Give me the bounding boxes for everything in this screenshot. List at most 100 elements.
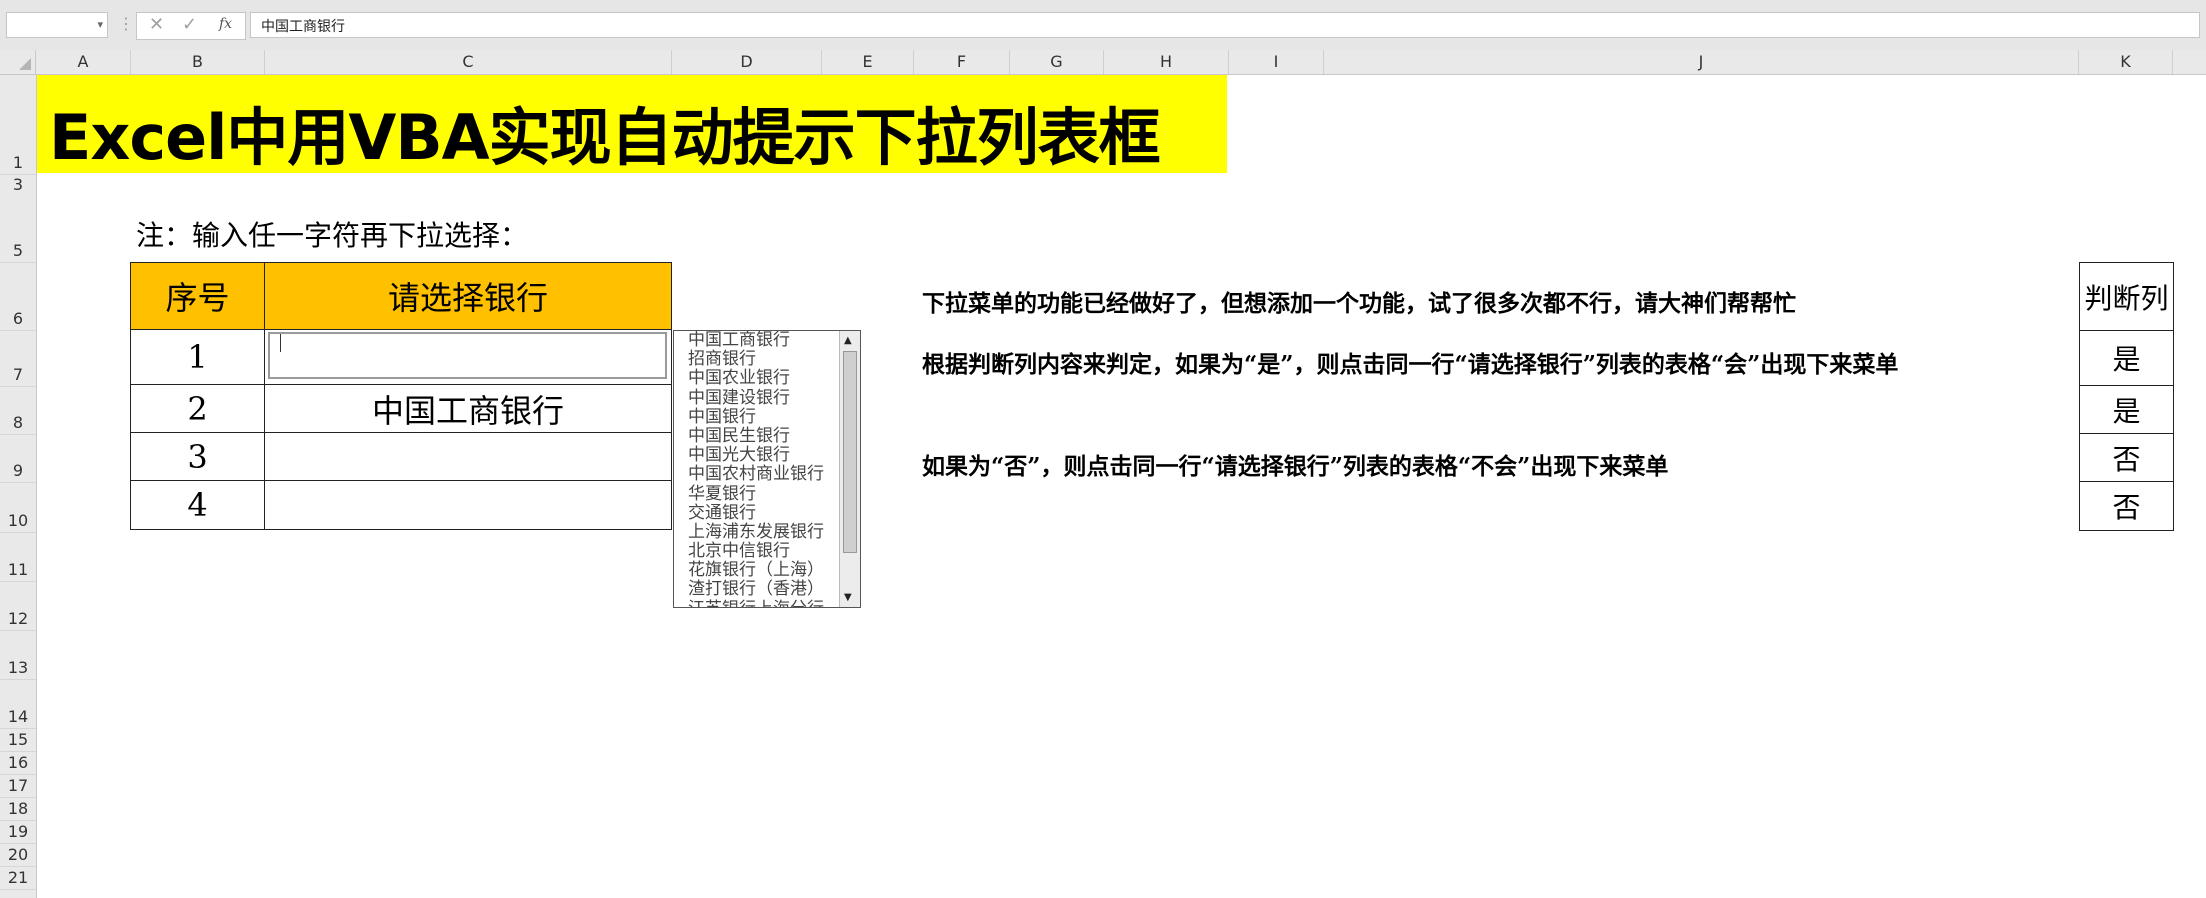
row-header-11[interactable]: 11 — [0, 533, 36, 582]
judge-cell[interactable]: 是 — [2079, 330, 2174, 386]
column-header-j[interactable]: J — [1324, 50, 2079, 74]
dropdown-item[interactable]: 北京中信银行 — [688, 541, 838, 561]
row-header-13[interactable]: 13 — [0, 631, 36, 680]
bank-cell[interactable] — [264, 432, 672, 481]
select-all-button[interactable] — [0, 50, 36, 74]
row-label: 14 — [7, 707, 29, 726]
row-label: 20 — [7, 845, 29, 864]
dropdown-item[interactable]: 中国工商银行 — [688, 331, 838, 350]
check-icon[interactable]: ✓ — [182, 14, 197, 35]
row-label: 17 — [7, 776, 29, 795]
header-serial-number[interactable]: 序号 — [130, 262, 265, 330]
sheet-title: Excel中用VBA实现自动提示下拉列表框 — [49, 101, 1161, 174]
row-label: 11 — [7, 560, 29, 579]
judge-cell[interactable]: 否 — [2079, 433, 2174, 482]
row-header-20[interactable]: 20 — [0, 844, 36, 867]
row-header-3[interactable]: 35 — [0, 175, 36, 263]
judge-table: 判断列 是 是 否 否 — [2079, 262, 2174, 531]
row-label: 9 — [12, 461, 24, 480]
dropdown-item[interactable]: 中国光大银行 — [688, 446, 838, 465]
fx-icon[interactable]: fx — [219, 16, 232, 32]
dropdown-item[interactable]: 中国农村商业银行 — [688, 465, 838, 484]
row-label: 3 — [12, 175, 24, 194]
scroll-up-arrow-icon[interactable]: ▲ — [844, 335, 852, 346]
row-label: 7 — [12, 365, 24, 384]
cancel-icon[interactable]: ✕ — [149, 14, 164, 35]
listbox-scrollbar[interactable]: ▲ ▼ — [839, 331, 860, 607]
column-header-a[interactable]: A — [36, 50, 131, 74]
row-header-6[interactable]: 6 — [0, 263, 36, 331]
header-select-bank[interactable]: 请选择银行 — [264, 262, 672, 330]
scroll-thumb[interactable] — [843, 351, 857, 553]
row-number-cell[interactable]: 3 — [130, 432, 265, 481]
active-cell-border — [268, 332, 667, 379]
column-header-i[interactable]: I — [1229, 50, 1324, 74]
title-banner: Excel中用VBA实现自动提示下拉列表框 — [37, 75, 1227, 174]
dropdown-item[interactable]: 中国民生银行 — [688, 426, 838, 446]
row-header-14[interactable]: 14 — [0, 680, 36, 729]
row-header-12[interactable]: 12 — [0, 582, 36, 631]
dropdown-item[interactable]: 招商银行 — [688, 350, 838, 369]
row-header-19[interactable]: 19 — [0, 821, 36, 844]
column-header-d[interactable]: D — [672, 50, 822, 74]
row-header-1[interactable]: 1 — [0, 75, 36, 175]
row-label: 12 — [7, 609, 29, 628]
scroll-down-arrow-icon[interactable]: ▼ — [844, 592, 852, 603]
dropdown-item[interactable]: 交通银行 — [688, 503, 838, 523]
dropdown-item[interactable]: 花旗银行（上海） — [688, 561, 838, 580]
judge-cell[interactable]: 否 — [2079, 481, 2174, 531]
row-number-cell[interactable]: 1 — [130, 329, 265, 385]
name-box[interactable]: ▾ — [6, 12, 108, 38]
column-header-g[interactable]: G — [1010, 50, 1104, 74]
dropdown-items: 中国工商银行 招商银行 中国农业银行 中国建设银行 中国银行 中国民生银行 中国… — [688, 331, 838, 607]
row-header-9[interactable]: 9 — [0, 435, 36, 483]
column-header-h[interactable]: H — [1104, 50, 1229, 74]
column-header-e[interactable]: E — [822, 50, 914, 74]
row-label: 1 — [12, 153, 24, 172]
row-header-17[interactable]: 17 — [0, 775, 36, 798]
row-header-7[interactable]: 7 — [0, 331, 36, 387]
row-number-cell[interactable]: 4 — [130, 480, 265, 530]
row-label: 8 — [12, 413, 24, 432]
row-label: 6 — [12, 309, 24, 328]
row-header-8[interactable]: 8 — [0, 387, 36, 435]
row-header-16[interactable]: 16 — [0, 752, 36, 775]
select-all-icon — [19, 58, 31, 70]
dropdown-item[interactable]: 华夏银行 — [688, 484, 838, 504]
formula-input[interactable]: 中国工商银行 — [250, 12, 2200, 38]
row-header-10[interactable]: 10 — [0, 483, 36, 533]
row-header-21[interactable]: 21 — [0, 867, 36, 890]
dropdown-item[interactable]: 中国建设银行 — [688, 388, 838, 408]
bank-cell[interactable]: 中国工商银行 — [264, 384, 672, 433]
dropdown-item[interactable]: 渣打银行（香港） — [688, 580, 838, 599]
formula-bar: ▾ ⋮ ✕ ✓ fx 中国工商银行 — [0, 0, 2206, 51]
column-header-c[interactable]: C — [265, 50, 672, 74]
more-options-icon: ⋮ — [118, 14, 134, 33]
chevron-down-icon[interactable]: ▾ — [97, 18, 103, 31]
row-label: 13 — [7, 658, 29, 677]
row-label: 15 — [7, 730, 29, 749]
bank-table: 序号 请选择银行 1 2 中国工商银行 3 4 — [130, 262, 672, 530]
instruction-note: 注：输入任一字符再下拉选择： — [136, 219, 529, 252]
description-line-1: 下拉菜单的功能已经做好了，但想添加一个功能，试了很多次都不行，请大神们帮帮忙 — [922, 290, 1796, 317]
description-line-2: 根据判断列内容来判定，如果为“是”，则点击同一行“请选择银行”列表的表格“会”出… — [922, 351, 1899, 378]
column-header-f[interactable]: F — [914, 50, 1010, 74]
bank-dropdown-listbox[interactable]: 中国工商银行 招商银行 中国农业银行 中国建设银行 中国银行 中国民生银行 中国… — [673, 330, 861, 608]
row-label: 5 — [12, 241, 24, 260]
row-label: 18 — [7, 799, 29, 818]
dropdown-item[interactable]: 中国银行 — [688, 407, 838, 427]
row-header-18[interactable]: 18 — [0, 798, 36, 821]
column-header-k[interactable]: K — [2079, 50, 2173, 74]
dropdown-item[interactable]: 中国农业银行 — [688, 369, 838, 388]
row-label: 16 — [7, 753, 29, 772]
row-label: 21 — [7, 868, 29, 887]
dropdown-item[interactable]: 江苏银行上海分行 — [688, 599, 838, 607]
judge-header[interactable]: 判断列 — [2079, 262, 2174, 331]
column-header-blank — [2173, 50, 2206, 74]
judge-cell[interactable]: 是 — [2079, 385, 2174, 434]
column-header-b[interactable]: B — [131, 50, 265, 74]
row-header-15[interactable]: 15 — [0, 729, 36, 752]
row-number-cell[interactable]: 2 — [130, 384, 265, 433]
bank-cell[interactable] — [264, 480, 672, 530]
dropdown-item[interactable]: 上海浦东发展银行 — [688, 522, 838, 542]
